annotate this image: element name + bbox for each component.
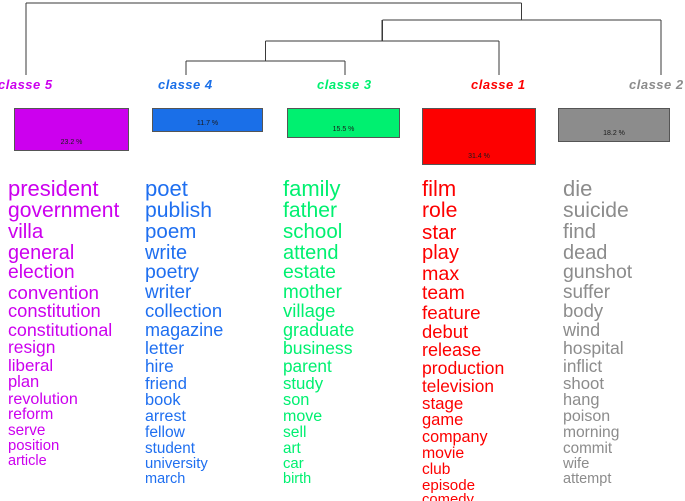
class-word: poetry bbox=[145, 261, 200, 284]
class-word: sell bbox=[283, 424, 307, 442]
class-word: poet bbox=[145, 176, 188, 201]
class-word: arrest bbox=[145, 408, 186, 426]
class-percentage-label: 18.2 % bbox=[603, 130, 625, 137]
class-word: villa bbox=[8, 219, 44, 243]
class-word: production bbox=[422, 357, 505, 378]
class-word: suicide bbox=[563, 199, 629, 223]
class-word: constitution bbox=[8, 299, 101, 321]
class-word: poison bbox=[563, 408, 611, 426]
class-word: president bbox=[8, 176, 99, 201]
class-word: wife bbox=[563, 455, 590, 472]
class-word: body bbox=[563, 300, 604, 322]
class-word: father bbox=[283, 199, 338, 223]
leaf-label-classe-2: classe 2 bbox=[629, 77, 684, 92]
class-percentage-box-classe-1: 31.4 % bbox=[422, 108, 536, 165]
class-word: magazine bbox=[145, 320, 224, 341]
class-word: march bbox=[145, 471, 186, 488]
class-word: release bbox=[422, 340, 482, 361]
class-percentage-box-classe-3: 15.5 % bbox=[287, 108, 400, 138]
class-word: morning bbox=[563, 424, 620, 442]
class-percentage-label: 23.2 % bbox=[60, 139, 83, 146]
class-word: general bbox=[8, 241, 75, 264]
class-word: max bbox=[422, 262, 460, 285]
class-word: collection bbox=[145, 300, 223, 322]
class-word: attempt bbox=[563, 471, 612, 488]
class-percentage-box-classe-5: 23.2 % bbox=[14, 108, 129, 151]
class-word: dead bbox=[563, 241, 608, 264]
leaf-label-classe-3: classe 3 bbox=[317, 77, 372, 92]
class-word: move bbox=[283, 408, 323, 426]
word-column-classe-5: president government villa general election c… bbox=[8, 176, 148, 469]
leaf-label-classe-5: classe 5 bbox=[0, 77, 53, 92]
class-word: movie bbox=[422, 444, 465, 462]
class-word: election bbox=[8, 262, 75, 284]
class-word: television bbox=[422, 375, 494, 396]
class-word: article bbox=[8, 452, 47, 469]
dendrogram-word-profile-figure: classe 5 classe 4 classe 3 classe 1 classe 2… bbox=[0, 0, 685, 501]
class-percentage-label: 15.5 % bbox=[332, 126, 355, 133]
class-word: star bbox=[422, 221, 457, 245]
class-word: hire bbox=[145, 355, 174, 376]
class-word: study bbox=[283, 374, 324, 394]
class-word: die bbox=[563, 176, 593, 201]
class-word: position bbox=[8, 437, 60, 454]
class-word: episode bbox=[422, 476, 476, 494]
class-word: serve bbox=[8, 422, 46, 440]
class-word: debut bbox=[422, 320, 469, 342]
class-word: book bbox=[145, 391, 181, 410]
class-word: find bbox=[563, 220, 597, 243]
class-word: attend bbox=[283, 241, 339, 264]
class-word: shoot bbox=[563, 374, 605, 394]
class-word: gunshot bbox=[563, 261, 633, 284]
class-word: game bbox=[422, 410, 464, 430]
class-word: poem bbox=[145, 220, 197, 243]
class-word: son bbox=[283, 391, 310, 410]
class-word: play bbox=[422, 242, 459, 265]
class-word: write bbox=[145, 241, 188, 264]
word-column-classe-4: poet publish poem write poetry writer collecti… bbox=[145, 176, 285, 488]
word-column-classe-3: family father school attend estate mother vill… bbox=[283, 176, 423, 488]
class-word: company bbox=[422, 428, 488, 447]
class-word: team bbox=[422, 282, 465, 304]
class-word: feature bbox=[422, 302, 481, 324]
class-percentage-box-classe-4: 11.7 % bbox=[152, 108, 263, 132]
class-word: club bbox=[422, 461, 451, 478]
word-column-classe-1: film role star play max team feature debut relea… bbox=[422, 176, 562, 501]
class-word: school bbox=[283, 220, 343, 243]
class-word: inflict bbox=[563, 355, 603, 376]
class-word: birth bbox=[283, 471, 312, 488]
class-word: university bbox=[145, 455, 208, 472]
leaf-label-classe-4: classe 4 bbox=[158, 77, 213, 92]
class-percentage-label: 31.4 % bbox=[468, 153, 490, 160]
dendrogram bbox=[25, 2, 662, 75]
class-word: friend bbox=[145, 374, 187, 394]
class-word: wind bbox=[563, 320, 601, 341]
class-percentage-label: 11.7 % bbox=[196, 120, 219, 127]
class-word: fellow bbox=[145, 424, 185, 442]
class-word: revolution bbox=[8, 389, 78, 408]
class-word: role bbox=[422, 199, 458, 223]
class-word: village bbox=[283, 300, 336, 322]
class-percentage-box-classe-2: 18.2 % bbox=[558, 108, 670, 142]
class-word: comedy bbox=[422, 492, 474, 501]
class-word: graduate bbox=[283, 320, 355, 341]
class-word: family bbox=[283, 176, 341, 201]
class-word: reform bbox=[8, 406, 54, 424]
class-word: art bbox=[283, 440, 301, 458]
leaf-label-classe-1: classe 1 bbox=[471, 77, 526, 92]
class-word: commit bbox=[563, 440, 613, 458]
class-word: parent bbox=[283, 355, 332, 376]
class-word: estate bbox=[283, 261, 336, 284]
class-word: hang bbox=[563, 391, 600, 410]
class-word: plan bbox=[8, 371, 40, 391]
class-word: student bbox=[145, 440, 195, 458]
class-word: film bbox=[422, 176, 457, 201]
class-word: government bbox=[8, 199, 120, 223]
class-word: car bbox=[283, 455, 304, 472]
class-word: publish bbox=[145, 199, 212, 223]
class-word: resign bbox=[8, 336, 56, 357]
word-column-classe-2: die suicide find dead gunshot suffer body wind h… bbox=[563, 176, 685, 488]
